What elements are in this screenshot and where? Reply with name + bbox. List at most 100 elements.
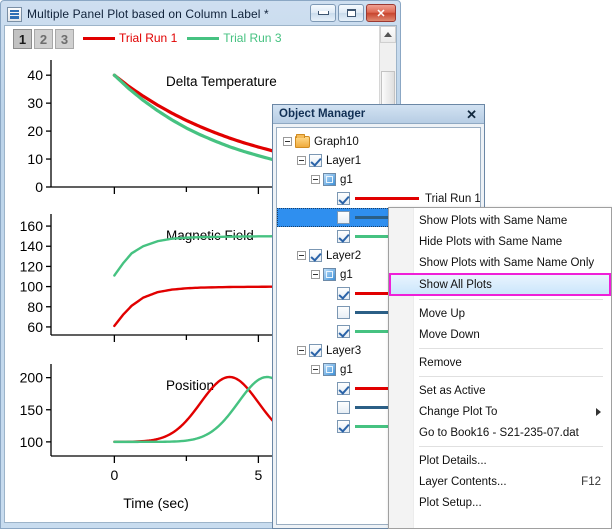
menu-item[interactable]: Move Up [389,303,611,324]
legend-label-trial-run-1: Trial Run 1 [119,31,177,45]
menu-item-label: Plot Details... [419,455,487,467]
menu-separator [419,446,603,447]
minimize-button[interactable] [310,4,336,22]
menu-item-label: Hide Plots with Same Name [419,236,562,248]
visibility-checkbox[interactable] [337,306,350,319]
visibility-checkbox[interactable] [309,154,322,167]
collapse-icon[interactable] [297,346,306,355]
menu-item[interactable]: Remove [389,352,611,373]
y-tick-label: 160 [20,218,44,234]
menu-separator [419,299,603,300]
tree-node[interactable]: Graph10 [277,132,480,151]
y-tick-label: 120 [20,258,44,274]
scroll-up-arrow-icon[interactable] [380,26,396,43]
folder-icon [295,136,310,148]
collapse-icon[interactable] [311,365,320,374]
visibility-checkbox[interactable] [337,382,350,395]
tree-node[interactable]: g1 [277,170,480,189]
tree-node-label: g1 [340,364,353,376]
visibility-checkbox[interactable] [337,211,350,224]
menu-item[interactable]: Layer Contents...F12 [389,471,611,492]
close-icon[interactable]: ✕ [465,108,478,121]
y-tick-label: 80 [27,299,43,315]
y-tick-label: 40 [27,67,43,83]
tree-node-label: Layer3 [326,345,361,357]
visibility-checkbox[interactable] [309,249,322,262]
menu-item-label: Set as Active [419,385,485,397]
y-tick-label: 10 [27,151,43,167]
plot-legend: Trial Run 1 Trial Run 3 [83,31,282,45]
tree-node-label: g1 [340,174,353,186]
menu-item[interactable]: Move Down [389,324,611,345]
menu-item-label: Change Plot To [419,406,497,418]
window-buttons: ✕ [310,4,396,22]
close-button[interactable]: ✕ [366,4,396,22]
visibility-checkbox[interactable] [337,420,350,433]
legend-line-trial-run-3 [187,37,219,40]
plot-line-swatch [355,197,419,200]
group-icon [323,173,336,186]
tree-node-label: Layer2 [326,250,361,262]
tree-node[interactable]: Trial Run 1 [277,189,480,208]
x-axis-label: Time (sec) [123,495,189,511]
tab-1[interactable]: 1 [13,29,32,49]
tree-node[interactable]: Layer1 [277,151,480,170]
menu-item[interactable]: Change Plot To [389,401,611,422]
window-titlebar: Multiple Panel Plot based on Column Labe… [4,3,397,25]
y-tick-label: 20 [27,123,43,139]
plot-name-label: Trial Run 1 [425,193,481,205]
visibility-checkbox[interactable] [337,401,350,414]
chevron-right-icon [596,408,601,416]
panel-title: Delta Temperature [166,74,277,89]
menu-item-label: Show All Plots [419,279,492,291]
collapse-icon[interactable] [311,270,320,279]
origin-graph-icon [7,7,22,22]
maximize-button[interactable] [338,4,364,22]
window-title: Multiple Panel Plot based on Column Labe… [27,7,269,21]
visibility-checkbox[interactable] [337,287,350,300]
menu-item-label: Move Down [419,329,480,341]
menu-item-label: Go to Book16 - S21-235-07.dat [419,427,579,439]
menu-item-label: Layer Contents... [419,476,507,488]
x-tick-label: 5 [254,467,262,483]
x-tick-label: 0 [110,467,118,483]
menu-item[interactable]: Plot Setup... [389,492,611,513]
menu-item-label: Remove [419,357,462,369]
menu-item[interactable]: Hide Plots with Same Name [389,231,611,252]
menu-item[interactable]: Show All Plots [389,273,611,296]
context-menu: Show Plots with Same Name Hide Plots with… [388,207,612,529]
object-manager-titlebar: Object Manager ✕ [273,105,484,124]
y-tick-label: 140 [20,238,44,254]
menu-item-label: Move Up [419,308,465,320]
collapse-icon[interactable] [311,175,320,184]
y-tick-label: 0 [35,179,43,195]
y-tick-label: 200 [20,370,44,386]
menu-item[interactable]: Show Plots with Same Name [389,210,611,231]
tab-3[interactable]: 3 [55,29,74,49]
menu-item[interactable]: Plot Details... [389,450,611,471]
collapse-icon[interactable] [297,251,306,260]
panel-title: Position [166,378,214,393]
legend-label-trial-run-3: Trial Run 3 [223,31,281,45]
menu-item[interactable]: Set as Active [389,380,611,401]
menu-item-label: Plot Setup... [419,497,482,509]
tab-2[interactable]: 2 [34,29,53,49]
context-menu-items: Show Plots with Same Name Hide Plots with… [389,208,611,515]
y-tick-label: 100 [20,434,44,450]
y-tick-label: 100 [20,279,44,295]
menu-item[interactable]: Show Plots with Same Name Only [389,252,611,273]
visibility-checkbox[interactable] [337,192,350,205]
visibility-checkbox[interactable] [337,230,350,243]
menu-separator [419,376,603,377]
layer-tab-strip: 1 2 3 [13,29,74,49]
visibility-checkbox[interactable] [337,325,350,338]
tree-node-label: Layer1 [326,155,361,167]
y-tick-label: 150 [20,402,44,418]
collapse-icon[interactable] [297,156,306,165]
tree-node-label: g1 [340,269,353,281]
collapse-icon[interactable] [283,137,292,146]
menu-item[interactable]: Go to Book16 - S21-235-07.dat [389,422,611,443]
object-manager-title: Object Manager [279,108,365,120]
visibility-checkbox[interactable] [309,344,322,357]
tree-node-label: Graph10 [314,136,359,148]
